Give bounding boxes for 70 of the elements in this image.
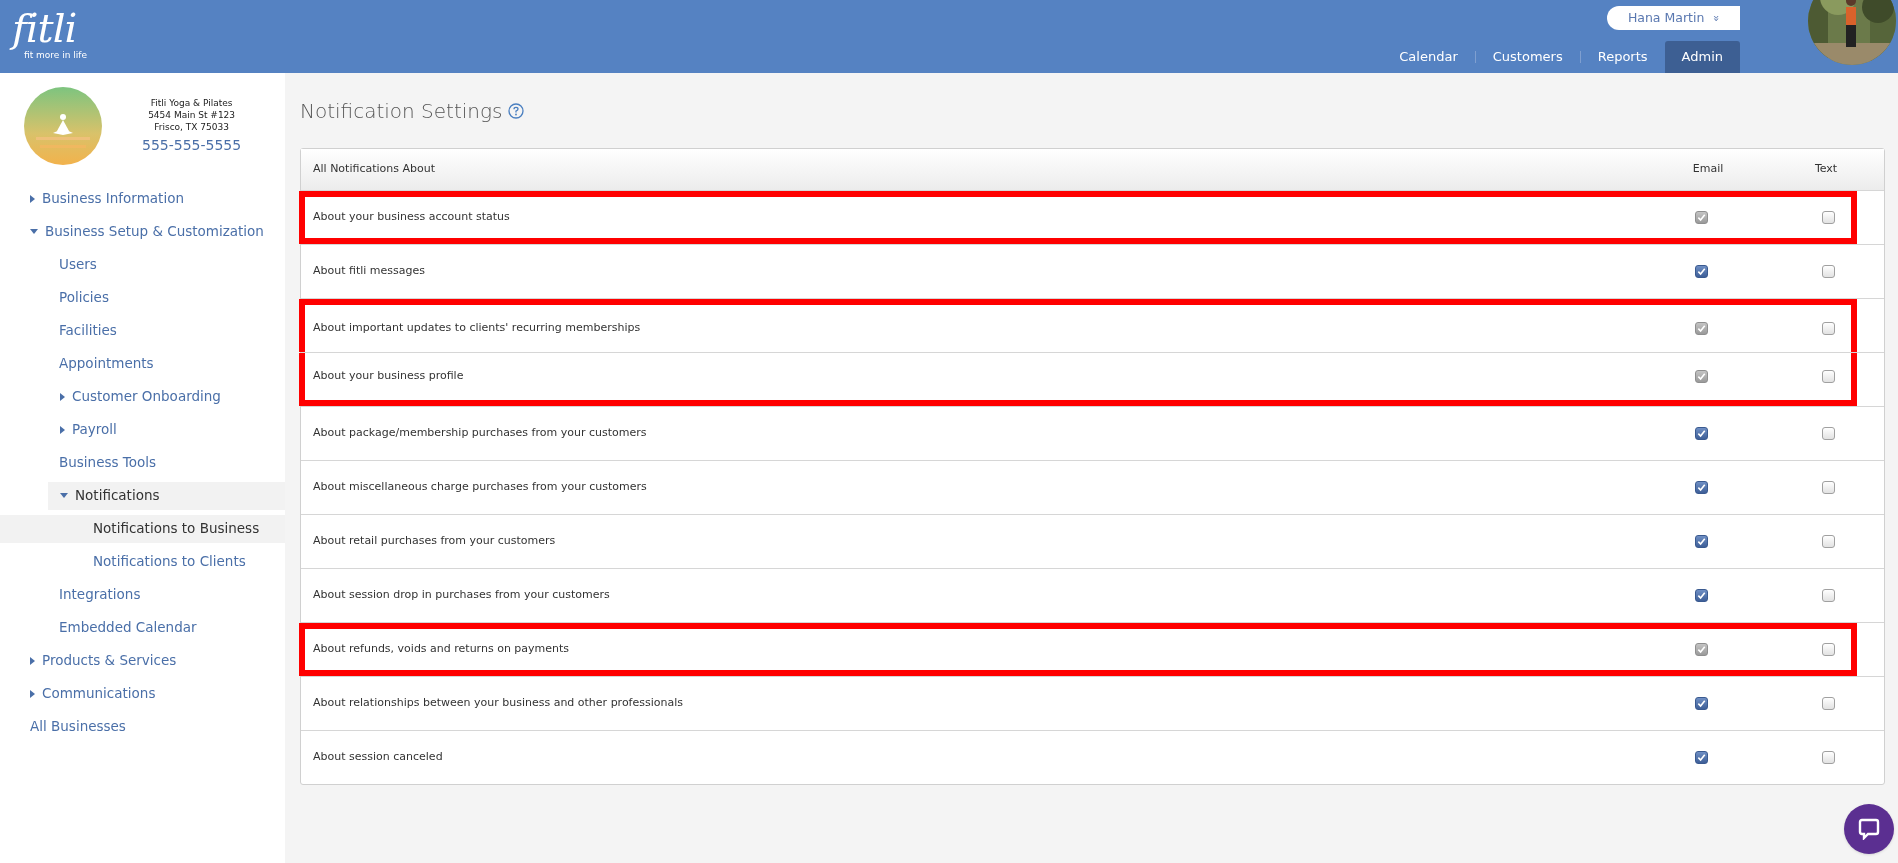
checkbox[interactable] xyxy=(1821,370,1835,383)
checkbox[interactable] xyxy=(1821,589,1835,602)
checkbox[interactable] xyxy=(1821,751,1835,764)
speech-bubble-icon xyxy=(1858,818,1880,840)
caret-right-icon xyxy=(30,194,35,203)
table-cell-text: About package/membership purchases from your customers xyxy=(312,425,648,442)
table-cell-text: About retail purchases from your customers xyxy=(312,533,557,550)
checkbox[interactable] xyxy=(1694,535,1708,548)
column-header: All Notifications About xyxy=(312,161,436,178)
checkbox[interactable] xyxy=(1694,589,1708,602)
business-phone: 555-555-5555 xyxy=(142,135,242,155)
sidebar-item[interactable]: Payroll xyxy=(48,415,285,444)
column-header: Email xyxy=(1691,161,1725,178)
sidebar-item[interactable]: Policies xyxy=(0,283,285,312)
sidebar-item[interactable]: Communications xyxy=(0,679,285,708)
logo-tagline: fit more in life xyxy=(23,50,87,60)
business-address: 5454 Main St #123 xyxy=(148,108,236,121)
checkbox[interactable] xyxy=(1821,481,1835,494)
sidebar-item[interactable]: Products & Services xyxy=(0,646,285,675)
sidebar-item[interactable]: Notifications to Clients xyxy=(0,547,285,576)
business-name: Fitli Yoga & Pilates xyxy=(150,96,233,109)
checkbox[interactable] xyxy=(1694,265,1708,278)
checkbox[interactable] xyxy=(1821,697,1835,710)
sidebar-item[interactable]: Business Setup & Customization xyxy=(0,217,285,246)
help-icon[interactable] xyxy=(508,103,525,119)
nav-tab[interactable]: Customers xyxy=(1475,41,1580,73)
sidebar-item[interactable]: Facilities xyxy=(0,316,285,345)
checkbox[interactable] xyxy=(1821,643,1835,656)
table-cell-text: About miscellaneous charge purchases from your customers xyxy=(312,479,648,496)
business-address: Frisco, TX 75033 xyxy=(154,120,229,133)
caret-right-icon xyxy=(30,689,35,698)
checkbox[interactable] xyxy=(1821,427,1835,440)
user-menu-button[interactable]: Hana Martin » xyxy=(1607,6,1740,30)
table-cell-text: About fitli messages xyxy=(312,263,427,280)
checkbox[interactable] xyxy=(1821,265,1835,278)
sidebar-item[interactable]: Business Tools xyxy=(0,448,285,477)
table-cell-text: About refunds, voids and returns on payments xyxy=(312,641,571,658)
page-title: Notification Settings xyxy=(300,98,503,125)
nav-tab[interactable]: Admin xyxy=(1664,41,1740,73)
sidebar-item[interactable]: Customer Onboarding xyxy=(48,382,285,411)
table-cell-text: About session canceled xyxy=(312,749,444,766)
sidebar-item[interactable]: Notifications xyxy=(48,481,285,510)
caret-right-icon xyxy=(60,392,65,401)
table-cell-text: About session drop in purchases from your customers xyxy=(312,587,611,604)
caret-right-icon xyxy=(30,656,35,665)
table-cell-text: About important updates to clients' recurring memberships xyxy=(312,320,642,337)
sidebar-item[interactable]: Users xyxy=(0,250,285,279)
checkbox[interactable] xyxy=(1694,481,1708,494)
sidebar-item[interactable]: All Businesses xyxy=(0,712,285,741)
table-cell-text: About your business account status xyxy=(312,209,511,226)
checkbox[interactable] xyxy=(1821,322,1835,335)
checkbox[interactable] xyxy=(1694,697,1708,710)
column-header: Text xyxy=(1813,161,1839,178)
caret-right-icon xyxy=(60,425,65,434)
sidebar-item[interactable]: Notifications to Business xyxy=(0,514,285,543)
chat-button[interactable] xyxy=(1844,804,1894,854)
caret-down-icon xyxy=(60,493,68,498)
checkbox[interactable] xyxy=(1821,211,1835,224)
sidebar-item[interactable]: Integrations xyxy=(0,580,285,609)
caret-down-icon xyxy=(30,229,38,234)
checkbox[interactable] xyxy=(1694,427,1708,440)
nav-tab[interactable]: Reports xyxy=(1580,41,1665,73)
table-cell-text: About your business profile xyxy=(312,368,465,385)
table-cell-text: About relationships between your business and other professionals xyxy=(312,695,684,712)
sidebar-item[interactable]: Appointments xyxy=(0,349,285,378)
nav-tab[interactable]: Calendar xyxy=(1382,41,1475,73)
checkbox[interactable] xyxy=(1694,751,1708,764)
sidebar-item[interactable]: Embedded Calendar xyxy=(0,613,285,642)
checkbox[interactable] xyxy=(1821,535,1835,548)
sidebar-item[interactable]: Business Information xyxy=(0,184,285,213)
